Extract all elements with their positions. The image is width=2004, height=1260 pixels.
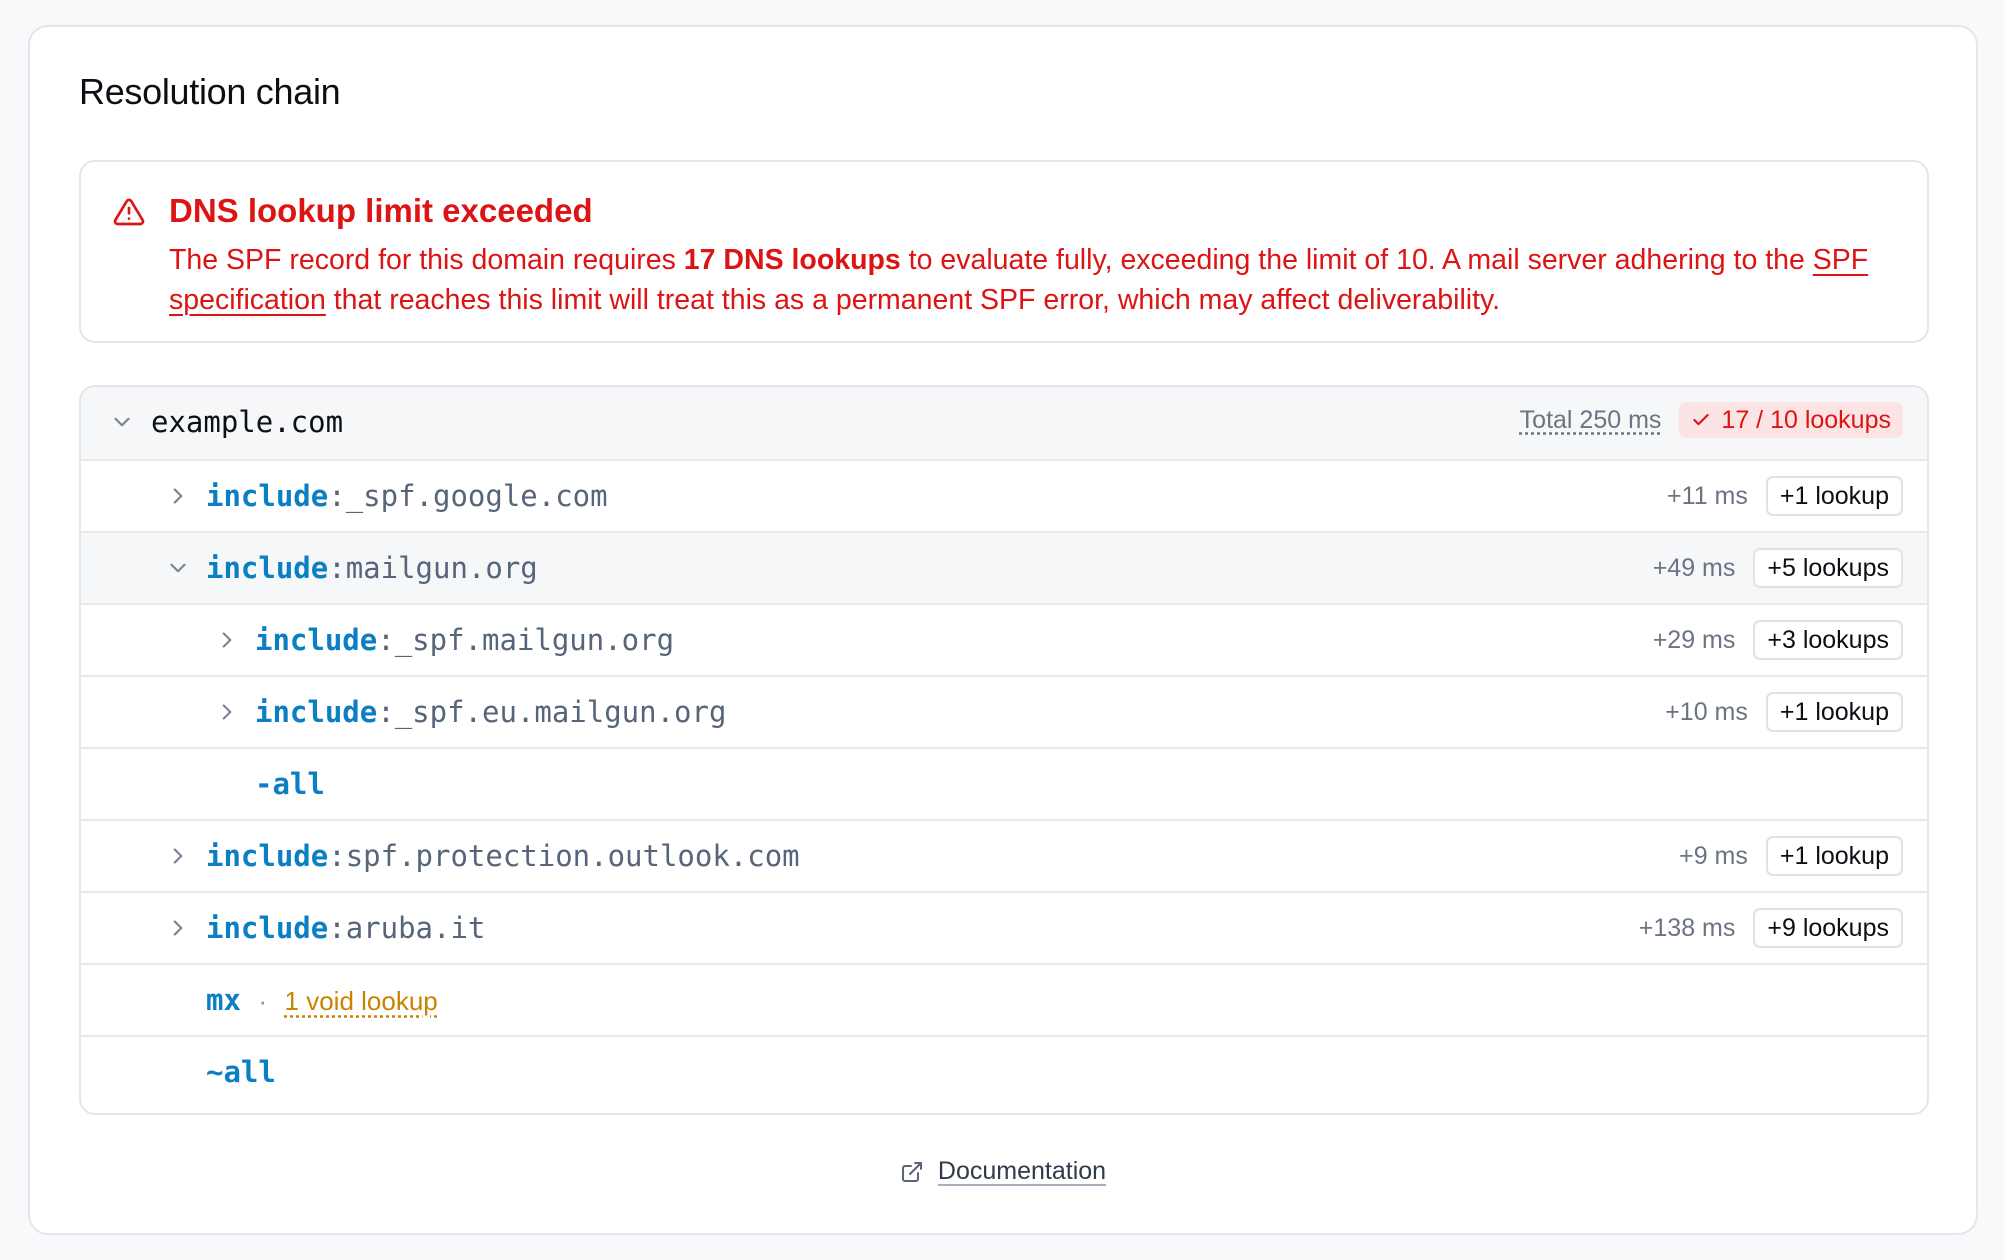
check-icon bbox=[1693, 413, 1710, 426]
lookup-badge: +3 lookups bbox=[1753, 620, 1903, 660]
mechanism-value: aruba.it bbox=[345, 911, 486, 945]
alert-body: The SPF record for this domain requires … bbox=[169, 244, 1869, 316]
resolution-chain-card: Resolution chain DNS lookup limit exceed… bbox=[28, 25, 1978, 1235]
mechanism-keyword: mx bbox=[206, 983, 241, 1017]
mechanism-value: _spf.eu.mailgun.org bbox=[394, 695, 727, 729]
lookup-count: 17 DNS lookups bbox=[683, 244, 901, 276]
documentation-link[interactable]: Documentation bbox=[938, 1157, 1106, 1186]
chevron-down-icon[interactable] bbox=[165, 555, 191, 581]
tree-row: mx · 1 void lookup bbox=[81, 963, 1927, 1035]
row-time: +11 ms bbox=[1667, 481, 1748, 510]
tree-root-row[interactable]: example.com Total 250 ms 17 / 10 lookups bbox=[81, 387, 1927, 459]
mechanism-value: spf.protection.outlook.com bbox=[345, 839, 800, 873]
lookup-badge: +5 lookups bbox=[1753, 548, 1903, 588]
mechanism-keyword: include bbox=[255, 695, 378, 729]
row-time: +138 ms bbox=[1638, 913, 1736, 942]
lookup-badge: +1 lookup bbox=[1765, 692, 1903, 732]
tree-row[interactable]: include:_spf.mailgun.org +29 ms +3 looku… bbox=[81, 603, 1927, 675]
chevron-right-icon[interactable] bbox=[165, 843, 191, 869]
tree-row[interactable]: include:spf.protection.outlook.com +9 ms… bbox=[81, 819, 1927, 891]
documentation-footer: Documentation bbox=[30, 1157, 1976, 1186]
lookup-badge: +1 lookup bbox=[1765, 476, 1903, 516]
total-time[interactable]: Total 250 ms bbox=[1520, 406, 1662, 435]
mechanism-value: _spf.google.com bbox=[345, 479, 608, 513]
mechanism-keyword: include bbox=[206, 479, 329, 513]
lookup-badge: +1 lookup bbox=[1765, 836, 1903, 876]
lookup-limit-alert: DNS lookup limit exceeded The SPF record… bbox=[79, 160, 1929, 343]
mechanism-value: _spf.mailgun.org bbox=[394, 623, 675, 657]
row-time: +10 ms bbox=[1665, 697, 1748, 726]
mechanism-keyword: include bbox=[206, 839, 329, 873]
chevron-right-icon[interactable] bbox=[165, 915, 191, 941]
tree-row: -all bbox=[81, 747, 1927, 819]
root-domain: example.com bbox=[151, 405, 344, 439]
lookup-badge: +9 lookups bbox=[1753, 908, 1903, 948]
row-time: +9 ms bbox=[1679, 841, 1748, 870]
tree-row[interactable]: include:aruba.it +138 ms +9 lookups bbox=[81, 891, 1927, 963]
lookup-limit-badge: 17 / 10 lookups bbox=[1679, 402, 1903, 438]
tree-row[interactable]: include:_spf.eu.mailgun.org +10 ms +1 lo… bbox=[81, 675, 1927, 747]
mechanism-keyword: include bbox=[255, 623, 378, 657]
mechanism-keyword: include bbox=[206, 551, 329, 585]
chevron-right-icon[interactable] bbox=[165, 483, 191, 509]
card-title: Resolution chain bbox=[79, 71, 341, 112]
mechanism-keyword: include bbox=[206, 911, 329, 945]
row-time: +29 ms bbox=[1652, 625, 1736, 654]
mechanism-value: mailgun.org bbox=[345, 551, 538, 585]
all-qualifier: ~all bbox=[206, 1055, 276, 1089]
row-time: +49 ms bbox=[1652, 553, 1736, 582]
all-qualifier: -all bbox=[255, 767, 325, 801]
tree-row: ~all bbox=[81, 1035, 1927, 1107]
chevron-right-icon[interactable] bbox=[214, 699, 240, 725]
chevron-right-icon[interactable] bbox=[214, 627, 240, 653]
void-lookup-note[interactable]: 1 void lookup bbox=[285, 986, 438, 1016]
alert-title: DNS lookup limit exceeded bbox=[169, 192, 593, 229]
warning-triangle-icon bbox=[113, 198, 145, 226]
resolution-tree: example.com Total 250 ms 17 / 10 lookups… bbox=[79, 385, 1929, 1115]
external-link-icon bbox=[901, 1161, 922, 1182]
chevron-down-icon[interactable] bbox=[109, 409, 135, 435]
tree-row[interactable]: include:_spf.google.com +11 ms +1 lookup bbox=[81, 459, 1927, 531]
tree-row[interactable]: include:mailgun.org +49 ms +5 lookups bbox=[81, 531, 1927, 603]
